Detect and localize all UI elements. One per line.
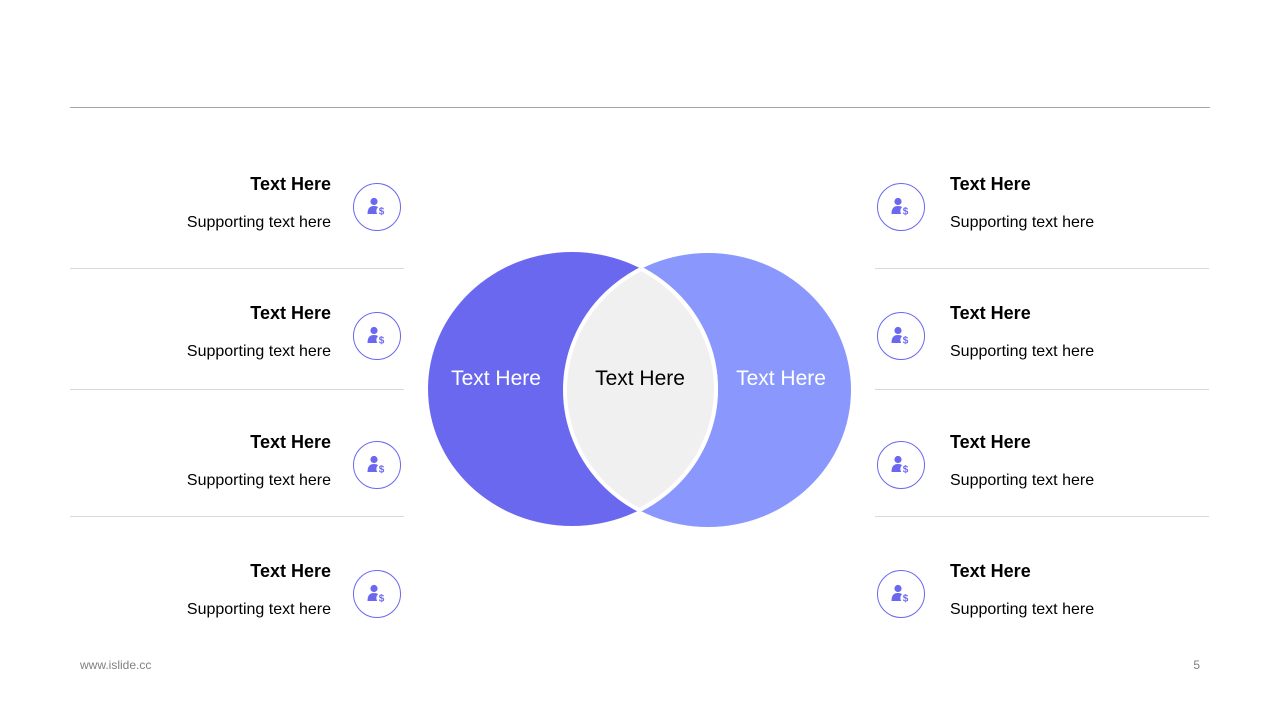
divider — [70, 516, 404, 517]
item-subtitle: Supporting text here — [950, 214, 1095, 231]
svg-text:$: $ — [379, 336, 385, 347]
right-item-2: Text Here Supporting text here — [950, 302, 1210, 362]
left-item-2: Text Here Supporting text here — [70, 302, 331, 362]
venn-center-label: Text Here — [595, 367, 685, 390]
item-subtitle: Supporting text here — [950, 601, 1095, 618]
footer-url: www.islide.cc — [80, 658, 152, 672]
user-dollar-icon: $ — [877, 570, 925, 618]
item-title: Text Here — [950, 174, 1031, 194]
svg-text:$: $ — [379, 594, 385, 605]
user-dollar-icon: $ — [877, 441, 925, 489]
item-title: Text Here — [950, 561, 1031, 581]
venn-right-label: Text Here — [736, 367, 826, 390]
venn-left-label: Text Here — [451, 367, 541, 390]
item-subtitle: Supporting text here — [186, 214, 331, 231]
item-title: Text Here — [250, 174, 331, 194]
divider — [875, 268, 1209, 269]
svg-text:$: $ — [903, 465, 909, 476]
item-subtitle: Supporting text here — [950, 472, 1095, 489]
divider — [875, 516, 1209, 517]
left-item-1: Text Here Supporting text here — [70, 173, 331, 233]
svg-text:$: $ — [903, 594, 909, 605]
top-rule — [70, 107, 1210, 108]
divider — [70, 389, 404, 390]
user-dollar-icon: $ — [877, 312, 925, 360]
svg-text:$: $ — [903, 336, 909, 347]
item-title: Text Here — [250, 303, 331, 323]
divider — [70, 268, 404, 269]
item-subtitle: Supporting text here — [186, 601, 331, 618]
user-dollar-icon: $ — [353, 441, 401, 489]
user-dollar-icon: $ — [353, 312, 401, 360]
svg-text:$: $ — [379, 465, 385, 476]
svg-text:$: $ — [903, 207, 909, 218]
svg-text:$: $ — [379, 207, 385, 218]
left-item-3: Text Here Supporting text here — [70, 431, 331, 491]
user-dollar-icon: $ — [353, 570, 401, 618]
left-item-4: Text Here Supporting text here — [70, 560, 331, 620]
item-subtitle: Supporting text here — [186, 472, 331, 489]
item-title: Text Here — [950, 303, 1031, 323]
user-dollar-icon: $ — [353, 183, 401, 231]
item-title: Text Here — [950, 432, 1031, 452]
divider — [875, 389, 1209, 390]
item-title: Text Here — [250, 561, 331, 581]
venn-diagram: Text Here Text Here Text Here — [420, 245, 860, 535]
right-item-4: Text Here Supporting text here — [950, 560, 1210, 620]
user-dollar-icon: $ — [877, 183, 925, 231]
item-subtitle: Supporting text here — [950, 343, 1095, 360]
item-subtitle: Supporting text here — [186, 343, 331, 360]
page-number: 5 — [1193, 658, 1200, 672]
right-item-1: Text Here Supporting text here — [950, 173, 1210, 233]
item-title: Text Here — [250, 432, 331, 452]
right-item-3: Text Here Supporting text here — [950, 431, 1210, 491]
